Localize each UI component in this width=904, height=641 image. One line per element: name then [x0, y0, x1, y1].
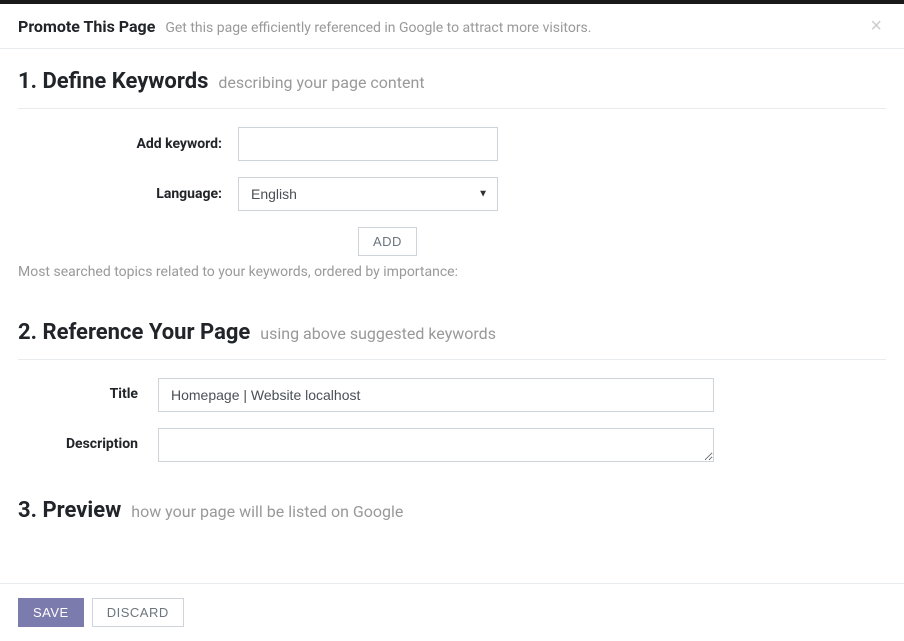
- language-select[interactable]: English: [238, 177, 498, 211]
- section-reference: 2. Reference Your Page using above sugge…: [18, 320, 886, 462]
- section-subtitle-keywords: describing your page content: [218, 73, 424, 92]
- modal-footer: SAVE DISCARD: [0, 583, 904, 641]
- section-subtitle-reference: using above suggested keywords: [260, 324, 496, 343]
- form-row-title: Title: [18, 378, 886, 412]
- keyword-input[interactable]: [238, 127, 498, 161]
- keywords-hint: Most searched topics related to your key…: [18, 264, 886, 280]
- add-button[interactable]: ADD: [358, 227, 417, 256]
- section-heading-keywords: 1. Define Keywords describing your page …: [18, 69, 886, 109]
- close-icon: ×: [870, 15, 882, 37]
- modal-header: Promote This Page Get this page efficien…: [0, 4, 904, 49]
- language-label: Language:: [18, 186, 238, 202]
- section-preview: 3. Preview how your page will be listed …: [18, 498, 886, 537]
- add-button-row: ADD: [18, 227, 886, 256]
- description-textarea[interactable]: [158, 428, 714, 462]
- form-row-description: Description: [18, 428, 886, 462]
- form-row-keyword: Add keyword:: [18, 127, 886, 161]
- discard-button[interactable]: DISCARD: [92, 598, 184, 627]
- section-heading-preview: 3. Preview how your page will be listed …: [18, 498, 886, 537]
- language-select-wrapper: English ▼: [238, 177, 498, 211]
- close-button[interactable]: ×: [866, 16, 886, 36]
- title-label: Title: [18, 378, 158, 402]
- modal-content: 1. Define Keywords describing your page …: [0, 49, 904, 569]
- section-heading-reference: 2. Reference Your Page using above sugge…: [18, 320, 886, 360]
- section-subtitle-preview: how your page will be listed on Google: [131, 502, 403, 521]
- form-row-language: Language: English ▼: [18, 177, 886, 211]
- title-input[interactable]: [158, 378, 714, 412]
- keyword-label: Add keyword:: [18, 136, 238, 152]
- modal-title: Promote This Page: [18, 17, 155, 36]
- modal-header-left: Promote This Page Get this page efficien…: [18, 17, 591, 36]
- section-title-reference: 2. Reference Your Page: [18, 320, 250, 345]
- section-title-preview: 3. Preview: [18, 498, 121, 523]
- description-label: Description: [18, 428, 158, 452]
- save-button[interactable]: SAVE: [18, 598, 84, 627]
- section-title-keywords: 1. Define Keywords: [18, 69, 208, 94]
- modal-body[interactable]: 1. Define Keywords describing your page …: [0, 49, 904, 569]
- modal-subtitle: Get this page efficiently referenced in …: [165, 20, 591, 36]
